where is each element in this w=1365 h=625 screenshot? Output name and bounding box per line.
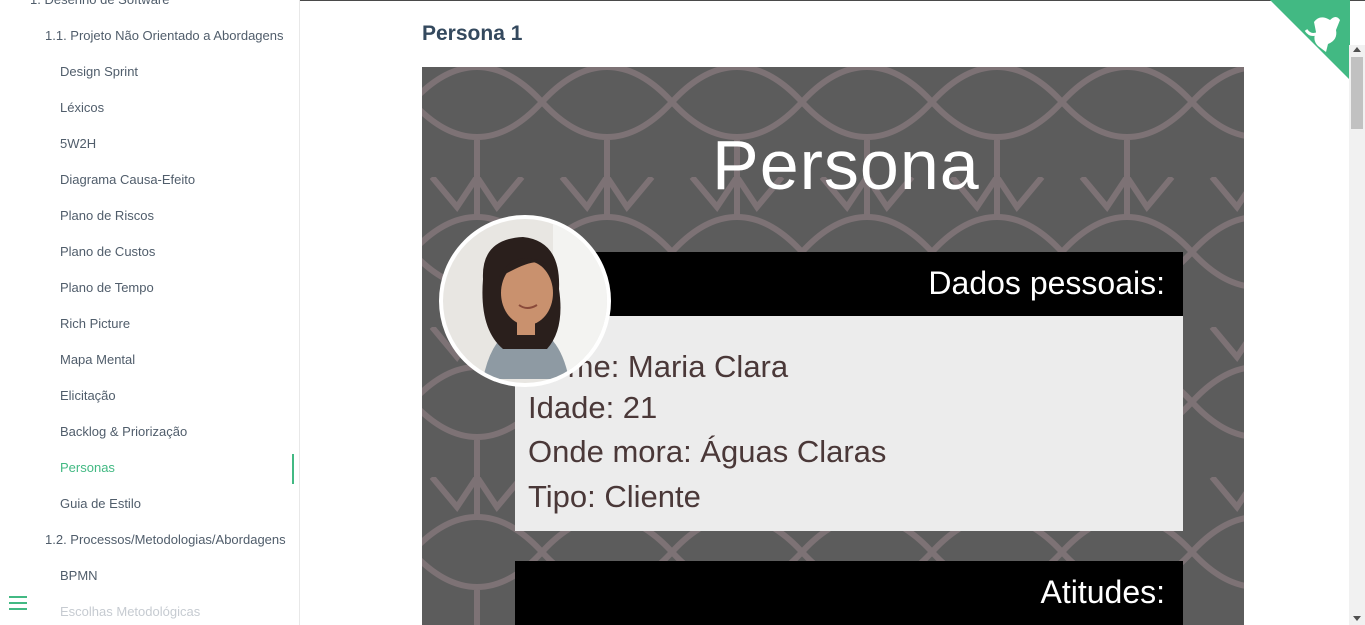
field-location: Onde mora: Águas Claras: [528, 434, 887, 469]
sidebar-item[interactable]: Personas: [60, 450, 290, 486]
sidebar-item[interactable]: Plano de Riscos: [60, 198, 290, 234]
sidebar-item[interactable]: 5W2H: [60, 126, 290, 162]
attitudes-label: Atitudes:: [1040, 574, 1165, 610]
scroll-down-icon[interactable]: [1353, 616, 1361, 621]
sidebar-item[interactable]: 1.2. Processos/Metodologias/Abordagens: [45, 522, 290, 558]
page-title: Persona 1: [422, 22, 523, 45]
personal-data-label: Dados pessoais:: [928, 265, 1165, 301]
sidebar-item[interactable]: Design Sprint: [60, 54, 290, 90]
hamburger-menu-icon[interactable]: [9, 596, 27, 612]
active-indicator: [292, 454, 294, 484]
field-type: Tipo: Cliente: [528, 479, 701, 514]
sidebar-item[interactable]: Elicitação: [60, 378, 290, 414]
sidebar-item[interactable]: 1.1. Projeto Não Orientado a Abordagens: [45, 18, 290, 54]
sidebar-item[interactable]: Diagrama Causa-Efeito: [60, 162, 290, 198]
persona-heading: Persona: [712, 126, 980, 204]
sidebar-item[interactable]: Rich Picture: [60, 306, 290, 342]
sidebar-item[interactable]: BPMN: [60, 558, 290, 594]
attitudes-header: Atitudes:: [515, 561, 1183, 625]
sidebar-item[interactable]: 1. Desenho de Software: [30, 0, 290, 18]
sidebar-item[interactable]: Plano de Tempo: [60, 270, 290, 306]
sidebar-item[interactable]: Escolhas Metodológicas: [60, 594, 290, 625]
sidebar-item[interactable]: Plano de Custos: [60, 234, 290, 270]
persona-image: Persona Dados pessoais: Nome: Maria Clar…: [422, 67, 1244, 625]
scroll-thumb[interactable]: [1351, 57, 1363, 129]
personal-data-header: Dados pessoais:: [515, 252, 1183, 316]
sidebar-item[interactable]: Mapa Mental: [60, 342, 290, 378]
field-age: Idade: 21: [528, 390, 658, 425]
scroll-up-icon[interactable]: [1353, 47, 1361, 52]
github-octocat-icon[interactable]: [1270, 0, 1350, 80]
sidebar: 1. Desenho de Software1.1. Projeto Não O…: [0, 0, 300, 625]
scrollbar[interactable]: [1349, 45, 1365, 625]
persona-photo: [439, 215, 611, 387]
sidebar-item[interactable]: Backlog & Priorização: [60, 414, 290, 450]
sidebar-item[interactable]: Guia de Estilo: [60, 486, 290, 522]
sidebar-item[interactable]: Léxicos: [60, 90, 290, 126]
